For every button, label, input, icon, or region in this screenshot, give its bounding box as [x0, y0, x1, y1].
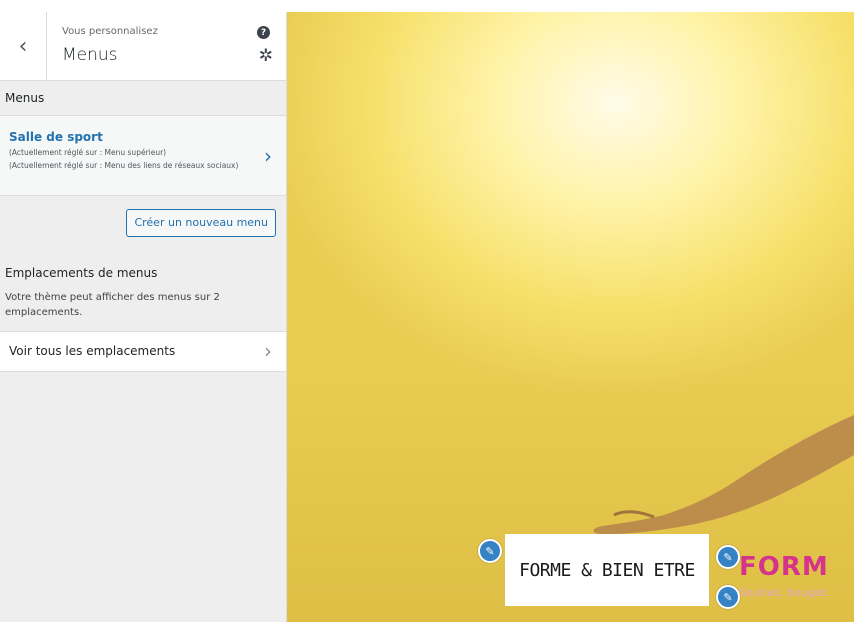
view-all-locations-label: Voir tous les emplacements — [9, 344, 176, 358]
edit-tagline-pencil-icon[interactable]: ✎ — [716, 585, 740, 609]
view-all-locations-button[interactable]: Voir tous les emplacements › — [0, 331, 286, 372]
menu-name: Salle de sport — [9, 130, 103, 144]
outstretched-hand-image — [593, 415, 854, 535]
menu-location-1: (Actuellement réglé sur : Menu supérieur… — [9, 148, 167, 157]
help-glyph: ? — [260, 27, 267, 38]
customizer-sidebar: ‹ Vous personnalisez Menus ? ✲ Menus Sal… — [0, 12, 287, 622]
sidebar-header: ‹ Vous personnalisez Menus ? ✲ — [0, 12, 286, 81]
chevron-right-icon: › — [264, 144, 272, 168]
menu-item-salle-de-sport[interactable]: Salle de sport (Actuellement réglé sur :… — [0, 116, 286, 196]
site-title[interactable]: FORM — [739, 552, 829, 582]
site-preview: ✎ FORME & BIEN ETRE ✎ FORM ✎ Souriez, bo… — [287, 12, 854, 622]
page-title: Menus — [62, 45, 118, 65]
edit-title-pencil-icon[interactable]: ✎ — [716, 545, 740, 569]
create-menu-button[interactable]: Créer un nouveau menu — [126, 209, 276, 237]
question-mark-icon[interactable]: ? — [257, 26, 270, 39]
gear-icon[interactable]: ✲ — [259, 48, 273, 65]
back-button[interactable]: ‹ — [0, 12, 47, 80]
header-subtitle: Vous personnalisez — [62, 26, 158, 37]
menu-location-2: (Actuellement réglé sur : Menu des liens… — [9, 161, 239, 170]
chevron-left-icon: ‹ — [18, 33, 28, 59]
menus-section-title: Menus — [0, 81, 286, 116]
logo-text: FORME & BIEN ETRE — [519, 559, 695, 581]
site-tagline[interactable]: Souriez, bougez — [739, 586, 827, 599]
edit-logo-pencil-icon[interactable]: ✎ — [478, 539, 502, 563]
site-logo[interactable]: FORME & BIEN ETRE — [505, 534, 709, 606]
customizer-window: ‹ Vous personnalisez Menus ? ✲ Menus Sal… — [0, 0, 854, 622]
create-menu-row: Créer un nouveau menu — [0, 196, 286, 248]
locations-description: Votre thème peut afficher des menus sur … — [5, 292, 220, 318]
locations-section-title: Emplacements de menus — [5, 266, 158, 280]
chevron-right-icon: › — [264, 339, 272, 363]
